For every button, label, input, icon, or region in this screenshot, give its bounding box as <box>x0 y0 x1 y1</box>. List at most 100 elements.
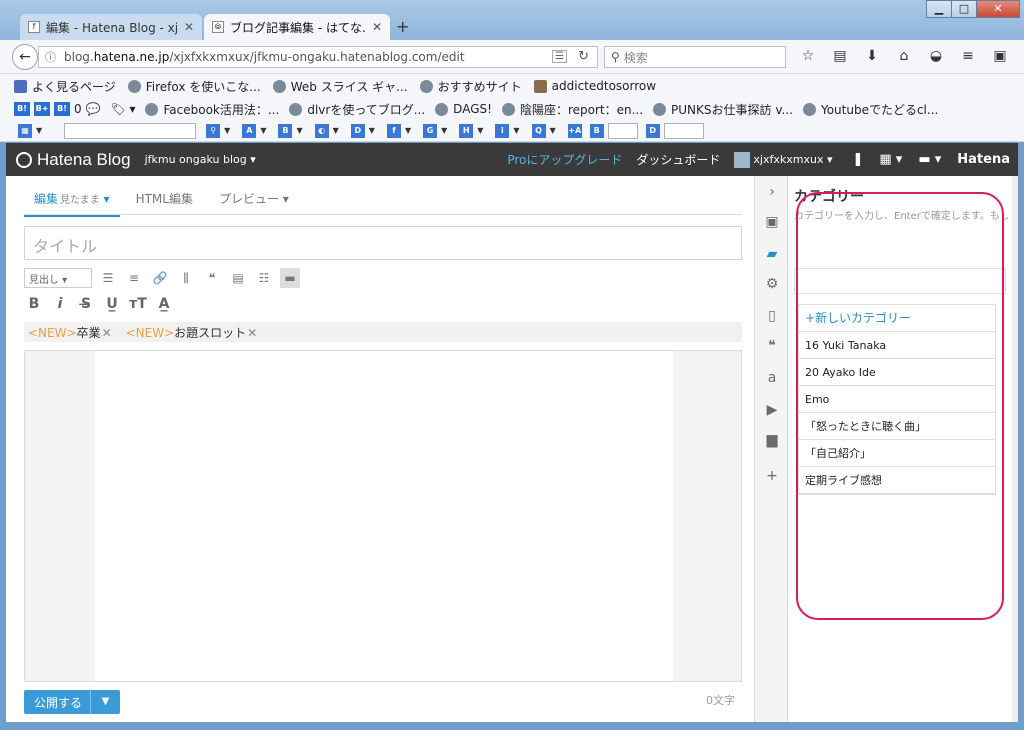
remove-tag-icon[interactable]: ✕ <box>102 326 112 340</box>
body-editor[interactable] <box>24 350 742 682</box>
table-icon[interactable]: ▤ <box>228 268 248 288</box>
toolbar-f-icon[interactable]: f <box>386 123 401 138</box>
tab-preview[interactable]: プレビュー ▾ <box>209 190 299 217</box>
close-icon[interactable]: ✕ <box>372 20 382 34</box>
search-input[interactable]: ⚲ 検索 <box>604 46 786 68</box>
publish-button[interactable]: 公開する ▼ <box>24 690 120 714</box>
toolbar-search-icon[interactable]: ⚲ <box>206 123 221 138</box>
chevron-down-icon[interactable]: ▼ <box>405 126 411 135</box>
toolbar-d2-icon[interactable]: D <box>645 123 660 138</box>
tab-html-edit[interactable]: HTML編集 <box>126 190 203 217</box>
bookmark-icon[interactable]: ❚ <box>852 152 863 167</box>
bookmark-item[interactable]: Web スライス ギャ... <box>272 78 408 95</box>
apps-grid-icon[interactable]: ▦ ▾ <box>879 152 902 167</box>
document-icon[interactable]: ▯ <box>762 306 782 326</box>
font-size-icon[interactable]: тT <box>128 294 148 314</box>
gear-icon[interactable]: ⚙ <box>762 274 782 294</box>
quote-icon[interactable]: ❝ <box>202 268 222 288</box>
tab-wysiwyg-edit[interactable]: 編集 見たまま ▾ <box>24 190 120 217</box>
user-menu[interactable]: xjxfxkxmxux ▾ <box>734 151 832 168</box>
toolbar-h-icon[interactable]: H <box>459 123 474 138</box>
blog-selector[interactable]: jfkmu ongaku blog ▾ <box>145 153 256 166</box>
youtube-icon[interactable]: ▶ <box>762 400 782 420</box>
pro-upgrade-link[interactable]: Proにアップグレード <box>507 151 622 168</box>
numbered-list-icon[interactable]: ≡ <box>124 268 144 288</box>
quote-icon[interactable]: ❝ <box>762 336 782 356</box>
download-icon[interactable]: ⬇ <box>856 48 888 64</box>
hatena-bookmark-count-icon[interactable]: B! <box>54 102 70 116</box>
amazon-icon[interactable]: a <box>762 368 782 388</box>
info-icon[interactable]: ⓘ <box>45 49 56 65</box>
more-divider-icon[interactable]: ⫼ <box>176 268 196 288</box>
bullet-list-icon[interactable]: ☰ <box>98 268 118 288</box>
toolbar-item[interactable]: Facebook活用法：... <box>145 101 279 118</box>
bookmark-item[interactable]: addictedtosorrow <box>533 79 656 93</box>
dashboard-link[interactable]: ダッシュボード <box>636 151 720 168</box>
toolbar-g-icon[interactable]: G <box>423 123 438 138</box>
tab-edit-hatena[interactable]: f 編集 - Hatena Blog - xj... ✕ <box>20 14 202 40</box>
hatena-brand-link[interactable]: Hatena <box>957 152 1010 167</box>
menu-icon[interactable]: ≡ <box>952 48 984 64</box>
category-tag[interactable]: <NEW>卒業✕ <box>28 324 112 341</box>
category-tag[interactable]: <NEW>お題スロット✕ <box>126 324 258 341</box>
addon-icon[interactable]: ▣ <box>984 48 1016 64</box>
toolbar-item[interactable]: 陰陽座：report：en... <box>501 101 643 118</box>
bookmark-item[interactable]: おすすめサイト <box>419 78 522 95</box>
link-icon[interactable]: 🔗 <box>150 268 170 288</box>
reload-icon[interactable]: ↻ <box>578 49 589 64</box>
align-icon[interactable]: ☷ <box>254 268 274 288</box>
window-close-button[interactable]: ✕ <box>976 0 1020 18</box>
underline-icon[interactable]: U̲ <box>102 294 122 314</box>
hatena-bookmark-add-icon[interactable]: B+ <box>34 102 50 116</box>
chevron-down-icon[interactable]: ▼ <box>260 126 266 135</box>
chevron-down-icon[interactable]: ▼ <box>441 126 447 135</box>
back-button[interactable]: ← <box>12 44 38 70</box>
body-text-area[interactable] <box>95 351 673 681</box>
hatena-blog-logo[interactable]: Hatena Blog <box>16 150 131 170</box>
chevron-down-icon[interactable]: ▼ <box>333 126 339 135</box>
folder-icon[interactable]: ▰ <box>762 244 782 264</box>
toolbar-a-icon[interactable]: A <box>242 123 257 138</box>
pocket-icon[interactable]: ◒ <box>920 48 952 64</box>
font-color-icon[interactable]: A̲ <box>154 294 174 314</box>
maximize-button[interactable]: □ <box>951 0 977 18</box>
bookmark-item[interactable]: よく見るページ <box>14 78 116 95</box>
bookmark-star-icon[interactable]: ☆ <box>792 48 824 64</box>
toolbar-search-input[interactable] <box>64 122 197 139</box>
hatena-bookmark-icon[interactable]: B! <box>14 102 30 116</box>
bold-icon[interactable]: B <box>24 294 44 314</box>
toolbar-b2-icon[interactable]: B <box>589 123 604 138</box>
chevron-down-icon[interactable]: ▼ <box>477 126 483 135</box>
bookmark-item[interactable]: Firefox を使いこな... <box>127 78 261 95</box>
strikethrough-icon[interactable]: S̶ <box>76 294 96 314</box>
chevron-down-icon[interactable]: ▼ <box>224 126 230 135</box>
heading-select[interactable]: 見出し ▾ <box>24 268 92 288</box>
notification-icon[interactable]: ▬ ▾ <box>918 152 941 167</box>
toolbar-item[interactable]: DAGS! <box>435 102 492 116</box>
chevron-down-icon[interactable]: ▼ <box>36 126 42 135</box>
toolbar-d-icon[interactable]: D <box>350 123 365 138</box>
chevron-down-icon[interactable]: ▼ <box>90 690 120 714</box>
photo-upload-icon[interactable]: ▣ <box>762 212 782 232</box>
tag-icon[interactable]: 🏷 ▾ <box>110 102 135 116</box>
chevron-down-icon[interactable]: ▼ <box>513 126 519 135</box>
toolbar-circle-icon[interactable]: ◐ <box>314 123 329 138</box>
italic-icon[interactable]: i <box>50 294 70 314</box>
minimize-button[interactable]: ▁ <box>926 0 952 18</box>
toolbar-item[interactable]: dlvrを使ってブログ... <box>289 101 425 118</box>
toggle-toolbar-icon[interactable]: ▬ <box>280 268 300 288</box>
title-input[interactable]: タイトル <box>24 226 742 260</box>
toolbar-i-icon[interactable]: i <box>495 123 510 138</box>
chevron-down-icon[interactable]: ▼ <box>369 126 375 135</box>
toolbar-logo-icon[interactable]: ▦ <box>18 123 32 138</box>
remove-tag-icon[interactable]: ✕ <box>247 326 257 340</box>
scrollbar[interactable] <box>1012 176 1018 722</box>
toolbar-item[interactable]: Youtubeでたどるcl... <box>802 101 938 118</box>
new-tab-button[interactable]: + <box>396 17 409 36</box>
collapse-chevron-icon[interactable]: › <box>762 182 782 202</box>
toolbar-field[interactable] <box>607 122 638 139</box>
reading-list-icon[interactable]: ▤ <box>824 48 856 64</box>
toolbar-b-icon[interactable]: B <box>278 123 293 138</box>
toolbar-item[interactable]: PUNKSお仕事探訪 v... <box>653 101 793 118</box>
toolbar-q-icon[interactable]: Q <box>531 123 546 138</box>
